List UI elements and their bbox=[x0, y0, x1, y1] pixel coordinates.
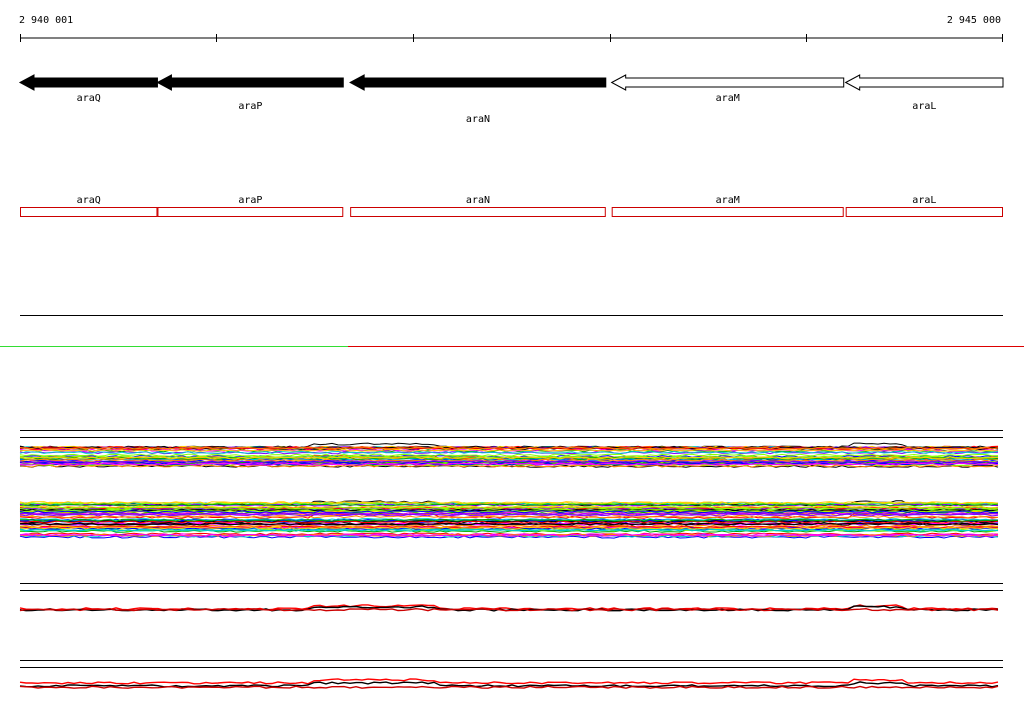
signal-track-1 bbox=[19, 430, 1003, 468]
gene-box-label: araL bbox=[912, 195, 936, 206]
signal-track-4 bbox=[19, 660, 1003, 689]
genome-viewer: 2 940 001 2 945 000 araQ araP araN araM araL… bbox=[0, 15, 1024, 689]
signal-tracks bbox=[19, 430, 1003, 689]
gene-arrow-araP[interactable] bbox=[156, 74, 344, 91]
gene-label: araM bbox=[716, 93, 740, 104]
gene-feature-track: araQ araP araN araM araL bbox=[20, 195, 1003, 217]
gene-arrow-track: araQ araP araN araM araL bbox=[18, 74, 1004, 125]
gene-box-label: araN bbox=[466, 195, 490, 206]
signal-series bbox=[19, 685, 999, 689]
region-end-label: 2 945 000 bbox=[947, 15, 1001, 26]
gene-arrow-araQ[interactable] bbox=[18, 74, 158, 91]
gene-arrow-araM[interactable] bbox=[610, 74, 845, 91]
gene-box-araQ[interactable] bbox=[20, 207, 158, 217]
signal-track-2 bbox=[19, 500, 999, 539]
gene-box-araM[interactable] bbox=[611, 207, 844, 217]
gene-box-label: araM bbox=[716, 195, 740, 206]
gene-label: araL bbox=[912, 101, 936, 112]
gene-box-araL[interactable] bbox=[845, 207, 1003, 217]
gene-box-label: araQ bbox=[77, 195, 101, 206]
gene-arrow-araN[interactable] bbox=[349, 74, 607, 91]
gene-label: araP bbox=[238, 101, 262, 112]
signal-series bbox=[19, 678, 999, 685]
gene-label: araN bbox=[466, 114, 490, 125]
gene-box-araP[interactable] bbox=[157, 207, 344, 217]
gene-box-label: araP bbox=[238, 195, 262, 206]
coordinate-ruler bbox=[20, 34, 1003, 42]
gene-arrow-araL[interactable] bbox=[844, 74, 1004, 91]
gene-box-araN[interactable] bbox=[350, 207, 606, 217]
region-start-label: 2 940 001 bbox=[19, 15, 73, 26]
signal-track-3 bbox=[19, 583, 1003, 612]
gene-label: araQ bbox=[77, 93, 101, 104]
